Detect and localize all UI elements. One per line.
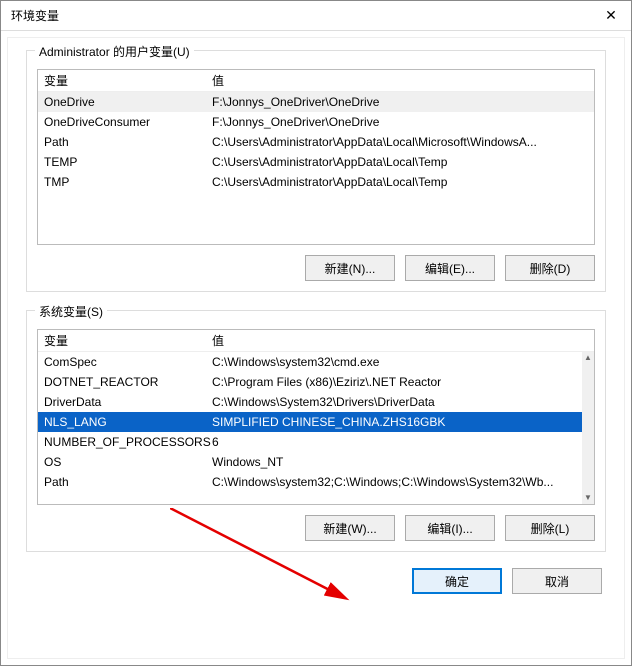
- close-icon: ✕: [605, 7, 617, 24]
- table-row[interactable]: TMP C:\Users\Administrator\AppData\Local…: [38, 172, 594, 192]
- env-vars-dialog: 环境变量 ✕ Administrator 的用户变量(U) 变量 值 OneDr…: [0, 0, 632, 666]
- cell-name: TEMP: [44, 155, 212, 169]
- user-vars-list[interactable]: 变量 值 OneDrive F:\Jonnys_OneDriver\OneDri…: [37, 69, 595, 245]
- user-vars-header[interactable]: 变量 值: [38, 70, 594, 92]
- cell-value: C:\Users\Administrator\AppData\Local\Tem…: [212, 155, 594, 169]
- client-area: Administrator 的用户变量(U) 变量 值 OneDrive F:\…: [7, 37, 625, 659]
- cell-value: SIMPLIFIED CHINESE_CHINA.ZHS16GBK: [212, 415, 594, 429]
- cell-name: OneDrive: [44, 95, 212, 109]
- col-header-name: 变量: [44, 332, 212, 349]
- col-header-value: 值: [212, 72, 594, 89]
- cell-name: NLS_LANG: [44, 415, 212, 429]
- table-row[interactable]: OS Windows_NT: [38, 452, 594, 472]
- sys-delete-button[interactable]: 删除(L): [505, 515, 595, 541]
- cell-value: F:\Jonnys_OneDriver\OneDrive: [212, 95, 594, 109]
- cell-name: OneDriveConsumer: [44, 115, 212, 129]
- table-row[interactable]: OneDrive F:\Jonnys_OneDriver\OneDrive: [38, 92, 594, 112]
- cell-value: C:\Windows\system32;C:\Windows;C:\Window…: [212, 475, 594, 489]
- sys-vars-header[interactable]: 变量 值: [38, 330, 594, 352]
- window-title: 环境变量: [11, 7, 59, 24]
- cancel-button[interactable]: 取消: [512, 568, 602, 594]
- table-row[interactable]: TEMP C:\Users\Administrator\AppData\Loca…: [38, 152, 594, 172]
- sys-edit-button[interactable]: 编辑(I)...: [405, 515, 495, 541]
- user-vars-label: Administrator 的用户变量(U): [35, 43, 194, 60]
- sys-vars-group: 系统变量(S) 变量 值 ComSpec C:\Windows\system32…: [26, 310, 606, 552]
- cell-value: 6: [212, 435, 594, 449]
- sys-scrollbar[interactable]: ▲ ▼: [582, 352, 594, 504]
- cell-value: C:\Windows\system32\cmd.exe: [212, 355, 594, 369]
- user-vars-buttons: 新建(N)... 编辑(E)... 删除(D): [37, 245, 595, 281]
- ok-button[interactable]: 确定: [412, 568, 502, 594]
- cell-name: NUMBER_OF_PROCESSORS: [44, 435, 212, 449]
- user-new-button[interactable]: 新建(N)...: [305, 255, 395, 281]
- cell-value: Windows_NT: [212, 455, 594, 469]
- cell-name: Path: [44, 135, 212, 149]
- titlebar: 环境变量 ✕: [1, 1, 631, 31]
- table-row[interactable]: OneDriveConsumer F:\Jonnys_OneDriver\One…: [38, 112, 594, 132]
- col-header-name: 变量: [44, 72, 212, 89]
- table-row[interactable]: Path C:\Users\Administrator\AppData\Loca…: [38, 132, 594, 152]
- cell-name: DOTNET_REACTOR: [44, 375, 212, 389]
- cell-value: C:\Program Files (x86)\Eziriz\.NET React…: [212, 375, 594, 389]
- sys-vars-list[interactable]: 变量 值 ComSpec C:\Windows\system32\cmd.exe…: [37, 329, 595, 505]
- table-row[interactable]: DriverData C:\Windows\System32\Drivers\D…: [38, 392, 594, 412]
- sys-vars-label: 系统变量(S): [35, 303, 107, 320]
- sys-vars-buttons: 新建(W)... 编辑(I)... 删除(L): [37, 505, 595, 541]
- user-edit-button[interactable]: 编辑(E)...: [405, 255, 495, 281]
- table-row-selected[interactable]: NLS_LANG SIMPLIFIED CHINESE_CHINA.ZHS16G…: [38, 412, 594, 432]
- table-row[interactable]: NUMBER_OF_PROCESSORS 6: [38, 432, 594, 452]
- cell-name: ComSpec: [44, 355, 212, 369]
- cell-value: C:\Users\Administrator\AppData\Local\Mic…: [212, 135, 594, 149]
- cell-name: Path: [44, 475, 212, 489]
- chevron-down-icon: ▼: [584, 492, 592, 504]
- col-header-value: 值: [212, 332, 594, 349]
- cell-value: F:\Jonnys_OneDriver\OneDrive: [212, 115, 594, 129]
- cell-name: OS: [44, 455, 212, 469]
- cell-name: TMP: [44, 175, 212, 189]
- user-vars-group: Administrator 的用户变量(U) 变量 值 OneDrive F:\…: [26, 50, 606, 292]
- sys-new-button[interactable]: 新建(W)...: [305, 515, 395, 541]
- cell-value: C:\Users\Administrator\AppData\Local\Tem…: [212, 175, 594, 189]
- chevron-up-icon: ▲: [584, 352, 592, 364]
- table-row[interactable]: DOTNET_REACTOR C:\Program Files (x86)\Ez…: [38, 372, 594, 392]
- cell-name: DriverData: [44, 395, 212, 409]
- user-delete-button[interactable]: 删除(D): [505, 255, 595, 281]
- dialog-footer: 确定 取消: [26, 562, 606, 594]
- table-row[interactable]: Path C:\Windows\system32;C:\Windows;C:\W…: [38, 472, 594, 492]
- close-button[interactable]: ✕: [591, 1, 631, 31]
- cell-value: C:\Windows\System32\Drivers\DriverData: [212, 395, 594, 409]
- table-row[interactable]: ComSpec C:\Windows\system32\cmd.exe: [38, 352, 594, 372]
